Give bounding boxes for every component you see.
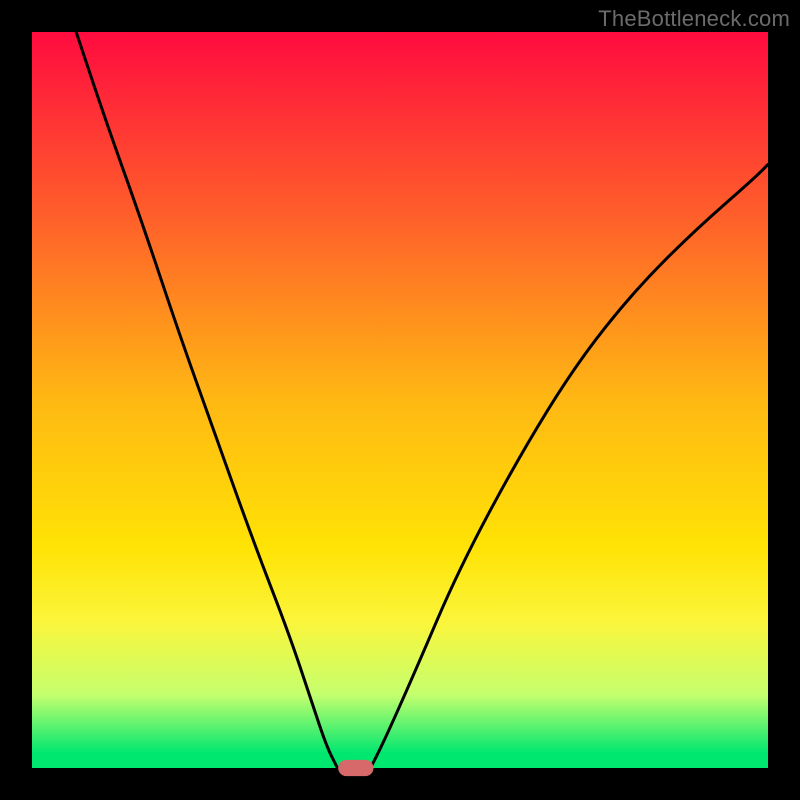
chart-frame: TheBottleneck.com [0, 0, 800, 800]
bottleneck-chart [0, 0, 800, 800]
watermark-text: TheBottleneck.com [598, 6, 790, 32]
plot-background [32, 32, 768, 768]
optimum-marker [338, 760, 373, 776]
